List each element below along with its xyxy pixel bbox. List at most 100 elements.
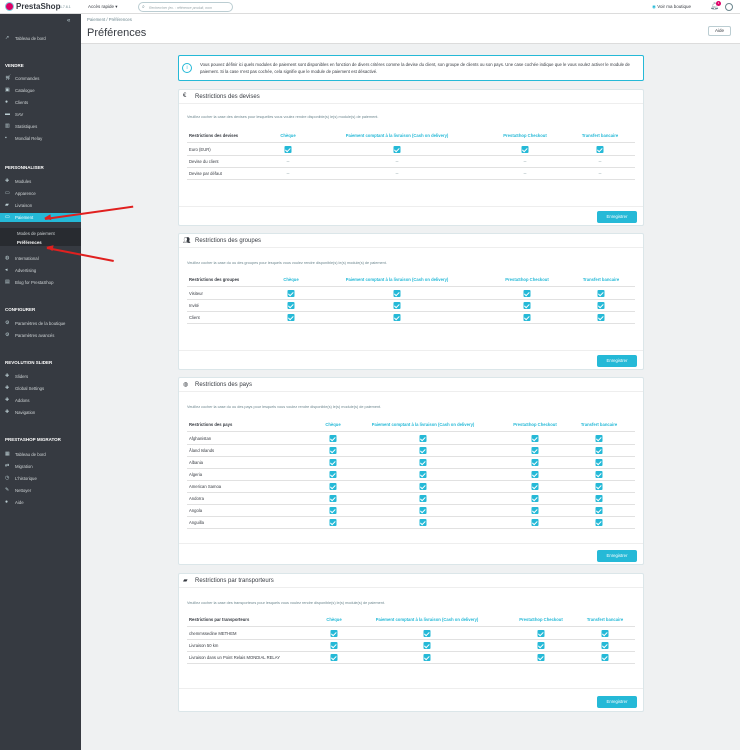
checkbox-checked[interactable]	[595, 519, 603, 526]
search-input[interactable]: ⌕ Rechercher (ex. : référence produit, n…	[138, 2, 233, 12]
checkbox-checked[interactable]	[595, 483, 603, 490]
checkbox-checked[interactable]	[329, 471, 337, 478]
checkbox-checked[interactable]	[287, 302, 295, 309]
sidebar-item-sav[interactable]: ▬ SAV	[0, 110, 81, 119]
countries-table[interactable]: Restrictions des pays Chèque Paiement co…	[187, 419, 635, 532]
checkbox-checked[interactable]	[423, 654, 431, 661]
checkbox-checked[interactable]	[329, 459, 337, 466]
checkbox-checked[interactable]	[597, 290, 605, 297]
checkbox-checked[interactable]	[537, 642, 545, 649]
checkbox-checked[interactable]	[393, 290, 401, 297]
save-countries-button[interactable]: Enregistrer	[597, 550, 637, 562]
sidebar-item-advertising[interactable]: ◂ Advertising	[0, 266, 81, 275]
save-currency-button[interactable]: Enregistrer	[597, 211, 637, 223]
checkbox-checked[interactable]	[419, 483, 427, 490]
submenu-payment-methods[interactable]: Modes de paiement	[17, 231, 55, 236]
sidebar-item-navigation[interactable]: ✚ Navigation	[0, 408, 81, 417]
checkbox-checked[interactable]	[419, 507, 427, 514]
sidebar-item-shop-params[interactable]: ⚙︎ Paramètres de la boutique	[0, 319, 81, 328]
checkbox-checked[interactable]	[287, 314, 295, 321]
checkbox-checked[interactable]	[537, 654, 545, 661]
checkbox-checked[interactable]	[419, 435, 427, 442]
checkbox-checked[interactable]	[393, 302, 401, 309]
checkbox-checked[interactable]	[330, 642, 338, 649]
checkbox-checked[interactable]	[419, 447, 427, 454]
checkbox-checked[interactable]	[531, 471, 539, 478]
prestashop-logo-icon[interactable]	[5, 2, 14, 11]
checkbox-checked[interactable]	[330, 630, 338, 637]
sidebar-item-history[interactable]: ◷ L'historique	[0, 474, 81, 483]
checkbox-checked[interactable]	[601, 654, 609, 661]
notifications-bell-icon[interactable]: 🔔︎ 1	[710, 1, 721, 12]
sidebar-item-advanced-params[interactable]: ⚙︎ Paramètres avancés	[0, 331, 81, 340]
user-avatar-icon[interactable]	[725, 3, 733, 11]
sidebar-item-international[interactable]: ◍ International	[0, 254, 81, 263]
sidebar-item-mondial-relay[interactable]: ▪ Mondial Relay	[0, 134, 81, 143]
checkbox-checked[interactable]	[595, 435, 603, 442]
checkbox-checked[interactable]	[523, 302, 531, 309]
checkbox-checked[interactable]	[523, 314, 531, 321]
checkbox-checked[interactable]	[329, 495, 337, 502]
sidebar-item-shipping[interactable]: ▰ Livraison	[0, 201, 81, 210]
sidebar-item-blog[interactable]: ▤ Blog for PrestaShop	[0, 278, 81, 287]
sidebar-item-migration[interactable]: ⇄ Migration	[0, 462, 81, 471]
checkbox-checked[interactable]	[419, 459, 427, 466]
checkbox-checked[interactable]	[595, 507, 603, 514]
view-shop-link[interactable]: ◉ Voir ma boutique	[652, 4, 691, 10]
quick-access-menu[interactable]: Accès rapide ▾	[88, 4, 118, 10]
checkbox-checked[interactable]	[284, 146, 292, 153]
save-groups-button[interactable]: Enregistrer	[597, 355, 637, 367]
checkbox-checked[interactable]	[329, 435, 337, 442]
submenu-preferences[interactable]: Préférences	[17, 240, 42, 245]
help-button[interactable]: Aide	[708, 26, 731, 36]
checkbox-checked[interactable]	[419, 519, 427, 526]
sidebar-item-catalog[interactable]: ▣ Catalogue	[0, 86, 81, 95]
sidebar-item-stats[interactable]: ▥ Statistiques	[0, 122, 81, 131]
checkbox-checked[interactable]	[595, 471, 603, 478]
collapse-sidebar-icon[interactable]: «	[67, 18, 70, 24]
sidebar-item-clean[interactable]: ✎ Nettoyer	[0, 486, 81, 495]
checkbox-checked[interactable]	[329, 483, 337, 490]
checkbox-checked[interactable]	[601, 630, 609, 637]
checkbox-checked[interactable]	[329, 507, 337, 514]
sidebar-item-modules[interactable]: ✚ Modules	[0, 177, 81, 186]
sidebar-item-orders[interactable]: 🛒︎ Commandes	[0, 74, 81, 83]
checkbox-checked[interactable]	[419, 471, 427, 478]
checkbox-checked[interactable]	[423, 642, 431, 649]
checkbox-checked[interactable]	[531, 447, 539, 454]
sidebar-item-dashboard[interactable]: ↗ Tableau de bord	[0, 34, 81, 43]
checkbox-checked[interactable]	[597, 302, 605, 309]
checkbox-checked[interactable]	[531, 483, 539, 490]
checkbox-checked[interactable]	[531, 519, 539, 526]
checkbox-checked[interactable]	[537, 630, 545, 637]
breadcrumb[interactable]: Paiement / Préférences	[87, 17, 132, 22]
checkbox-checked[interactable]	[596, 146, 604, 153]
sidebar-item-addons[interactable]: ✚ Addons	[0, 396, 81, 405]
sidebar-item-help[interactable]: ● Aide	[0, 498, 81, 507]
checkbox-checked[interactable]	[393, 146, 401, 153]
checkbox-checked[interactable]	[597, 314, 605, 321]
brand-name[interactable]: PrestaShop	[16, 2, 60, 11]
sidebar-item-global-settings[interactable]: ✚ Global Settings	[0, 384, 81, 393]
checkbox-checked[interactable]	[601, 642, 609, 649]
checkbox-checked[interactable]	[423, 630, 431, 637]
checkbox-checked[interactable]	[330, 654, 338, 661]
sidebar-item-appearance[interactable]: ▭ Apparence	[0, 189, 81, 198]
save-carriers-button[interactable]: Enregistrer	[597, 696, 637, 708]
checkbox-checked[interactable]	[393, 314, 401, 321]
sidebar-item-customers[interactable]: ● Clients	[0, 98, 81, 107]
checkbox-checked[interactable]	[287, 290, 295, 297]
checkbox-checked[interactable]	[531, 495, 539, 502]
checkbox-checked[interactable]	[523, 290, 531, 297]
checkbox-checked[interactable]	[595, 495, 603, 502]
checkbox-checked[interactable]	[329, 519, 337, 526]
checkbox-checked[interactable]	[531, 507, 539, 514]
checkbox-checked[interactable]	[531, 459, 539, 466]
checkbox-checked[interactable]	[531, 435, 539, 442]
sidebar-item-sliders[interactable]: ✚ Sliders	[0, 372, 81, 381]
checkbox-checked[interactable]	[595, 459, 603, 466]
sidebar-item-migrator-dashboard[interactable]: ▦ Tableau de bord	[0, 450, 81, 459]
checkbox-checked[interactable]	[329, 447, 337, 454]
checkbox-checked[interactable]	[521, 146, 529, 153]
checkbox-checked[interactable]	[419, 495, 427, 502]
